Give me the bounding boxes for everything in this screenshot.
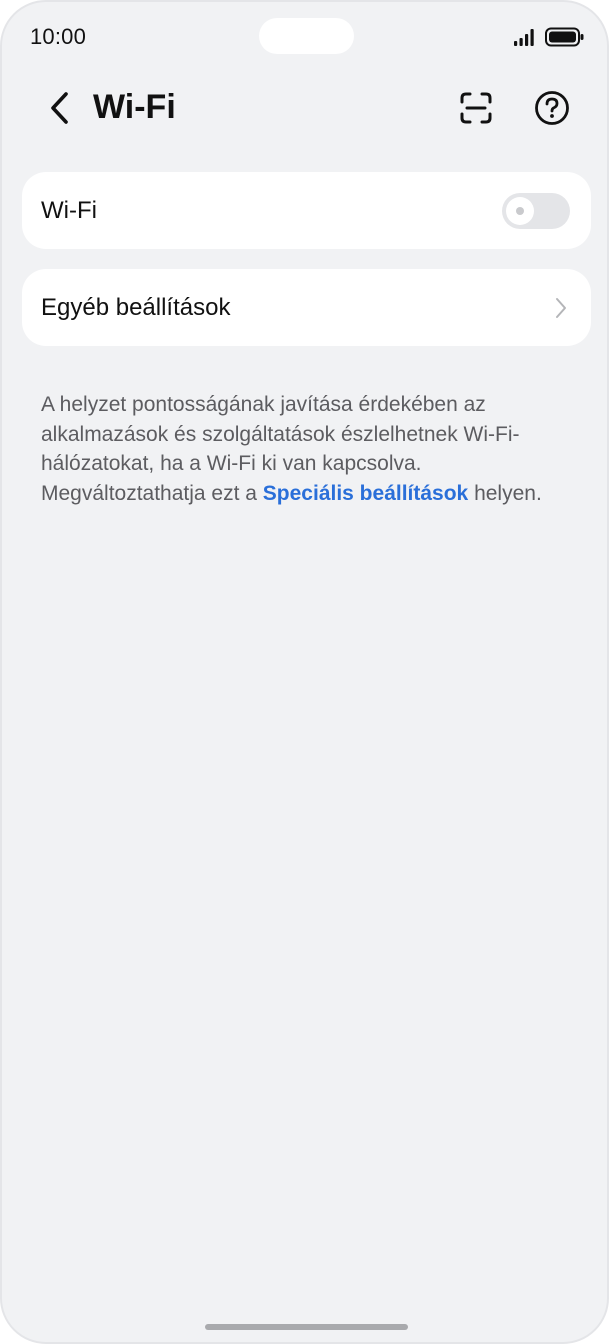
- scan-icon: [460, 92, 492, 124]
- other-settings-item[interactable]: Egyéb beállítások: [22, 269, 591, 346]
- status-time: 10:00: [30, 24, 87, 49]
- wifi-scanning-description: A helyzet pontosságának javítása érdekéb…: [41, 390, 561, 508]
- scan-button[interactable]: [454, 86, 498, 130]
- chevron-left-icon: [51, 92, 68, 124]
- back-button[interactable]: [38, 86, 82, 130]
- page-title: Wi-Fi: [93, 88, 176, 126]
- chevron-right-icon: [556, 298, 566, 318]
- wifi-toggle[interactable]: [502, 193, 570, 229]
- home-indicator[interactable]: [205, 1324, 408, 1330]
- special-settings-link[interactable]: Speciális beállítások: [263, 482, 468, 505]
- wifi-label: Wi-Fi: [41, 196, 97, 224]
- phone-screen: 10:00 Wi-Fi Wi-Fi Egyéb beállítások A he…: [0, 0, 609, 1344]
- battery-icon: [545, 27, 584, 47]
- toggle-dot: [516, 207, 524, 215]
- description-text-end: helyen.: [468, 481, 542, 505]
- toggle-knob: [506, 197, 534, 225]
- other-settings-label: Egyéb beállítások: [41, 293, 231, 321]
- help-button[interactable]: [530, 86, 574, 130]
- help-circle-icon: [535, 91, 569, 125]
- signal-bars-icon: [514, 29, 534, 46]
- camera-island: [259, 18, 354, 54]
- wifi-card: Wi-Fi: [22, 172, 591, 249]
